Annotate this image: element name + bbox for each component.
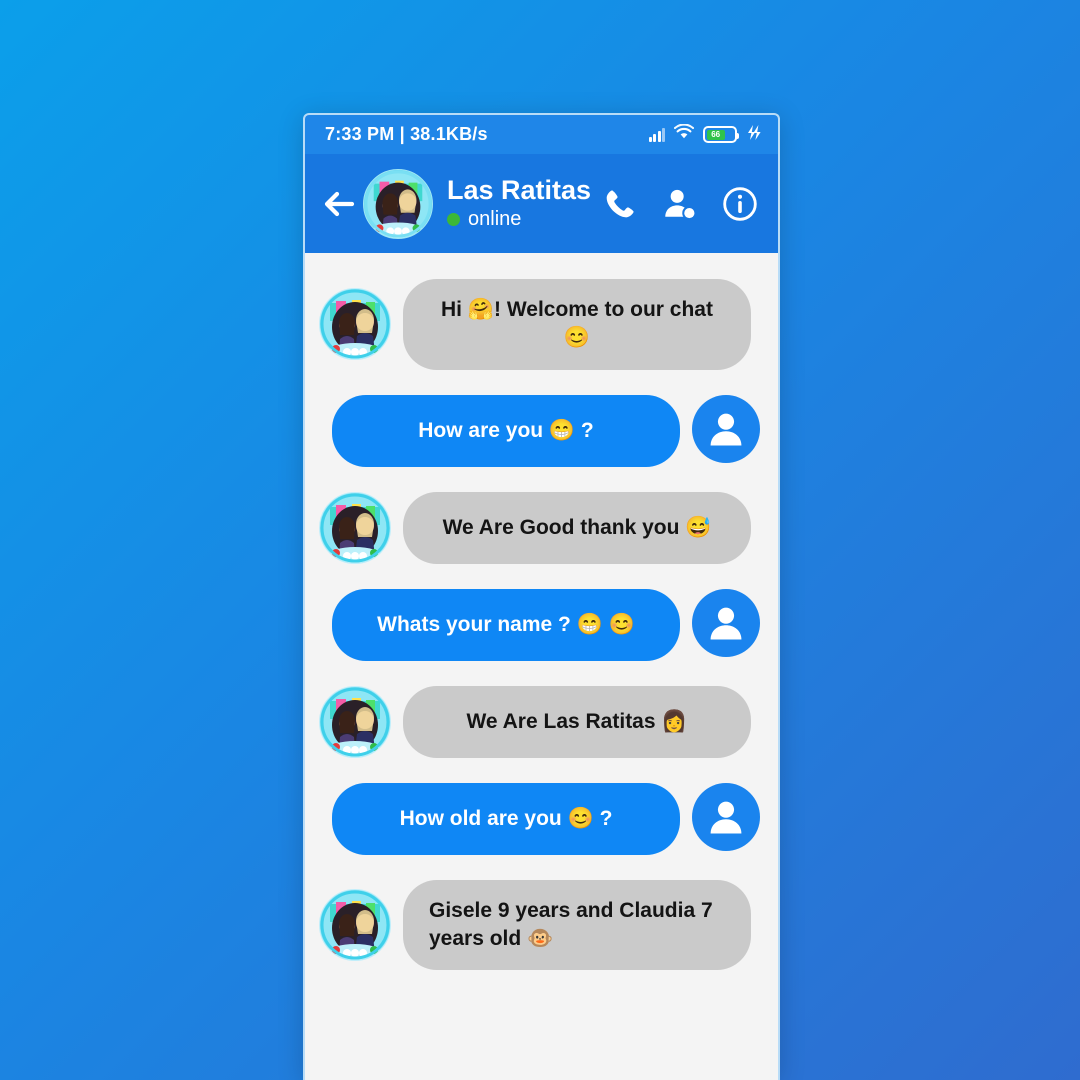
message-bubble[interactable]: We Are Good thank you 😅 bbox=[403, 491, 751, 564]
wifi-icon bbox=[673, 123, 695, 145]
status-bar: 7:33 PM | 38.1KB/s 66 bbox=[305, 115, 778, 154]
chat-message-list[interactable]: Hi 🤗! Welcome to our chat 😊 How are you … bbox=[305, 253, 778, 1080]
contact-name: Las Ratitas bbox=[447, 174, 592, 205]
status-indicators: 66 bbox=[648, 123, 763, 146]
message-bubble[interactable]: Hi 🤗! Welcome to our chat 😊 bbox=[403, 279, 751, 370]
battery-level-label: 66 bbox=[711, 129, 721, 139]
message-bubble[interactable]: We Are Las Ratitas 👩 bbox=[403, 685, 751, 758]
message-row: How are you 😁 ? bbox=[319, 394, 764, 467]
user-avatar-icon[interactable] bbox=[692, 588, 764, 661]
message-bubble[interactable]: How old are you 😊 ? bbox=[332, 782, 680, 855]
phone-call-icon[interactable] bbox=[598, 182, 642, 226]
info-circle-icon[interactable] bbox=[718, 182, 762, 226]
app-bar: Las Ratitas online bbox=[305, 154, 778, 253]
presence-status: online bbox=[447, 208, 598, 231]
message-bubble[interactable]: How are you 😁 ? bbox=[332, 394, 680, 467]
add-person-icon[interactable] bbox=[658, 182, 702, 226]
user-avatar-icon[interactable] bbox=[692, 782, 764, 855]
message-row: We Are Las Ratitas 👩 bbox=[319, 685, 764, 758]
contact-avatar[interactable] bbox=[319, 685, 391, 758]
contact-avatar[interactable] bbox=[363, 168, 433, 239]
presence-label: online bbox=[468, 208, 522, 231]
online-status-dot bbox=[447, 213, 460, 227]
phone-frame: 7:33 PM | 38.1KB/s 66 Las Ratitas online… bbox=[303, 113, 780, 1080]
message-row: We Are Good thank you 😅 bbox=[319, 491, 764, 564]
message-bubble[interactable]: Gisele 9 years and Claudia 7 years old 🐵 bbox=[403, 879, 751, 971]
back-arrow-icon[interactable] bbox=[317, 182, 361, 226]
battery-icon: 66 bbox=[703, 126, 739, 143]
message-bubble[interactable]: Whats your name ? 😁 😊 bbox=[332, 588, 680, 661]
contact-avatar[interactable] bbox=[319, 889, 391, 962]
message-row: How old are you 😊 ? bbox=[319, 782, 764, 855]
status-time-and-speed: 7:33 PM | 38.1KB/s bbox=[325, 124, 488, 144]
contact-avatar[interactable] bbox=[319, 288, 391, 361]
app-bar-actions bbox=[598, 182, 762, 226]
message-row: Hi 🤗! Welcome to our chat 😊 bbox=[319, 279, 764, 370]
contact-avatar[interactable] bbox=[319, 491, 391, 564]
charging-bolt-icon bbox=[746, 124, 762, 146]
signal-bars-icon bbox=[648, 127, 665, 142]
message-row: Whats your name ? 😁 😊 bbox=[319, 588, 764, 661]
message-row: Gisele 9 years and Claudia 7 years old 🐵 bbox=[319, 879, 764, 971]
contact-info[interactable]: Las Ratitas online bbox=[447, 174, 598, 231]
user-avatar-icon[interactable] bbox=[692, 394, 764, 467]
